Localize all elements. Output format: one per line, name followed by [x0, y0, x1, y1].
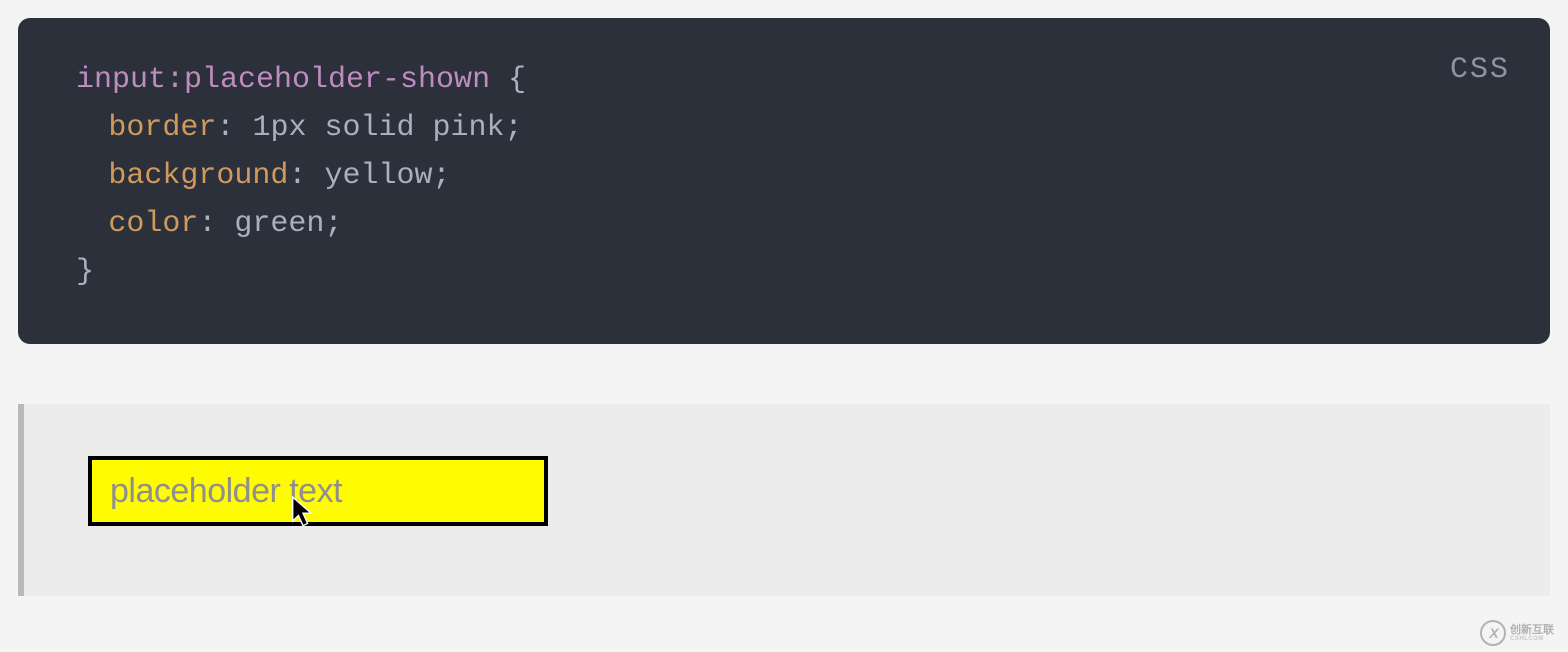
css-value: green	[234, 207, 324, 241]
css-value: 1px solid pink	[252, 111, 504, 145]
semicolon: ;	[432, 159, 450, 193]
colon: :	[216, 111, 252, 145]
code-line-prop-1: background: yellow;	[76, 152, 1492, 200]
watermark: X 创新互联 CXHLCOM	[1480, 620, 1554, 646]
watermark-text: 创新互联 CXHLCOM	[1510, 625, 1554, 642]
semicolon: ;	[324, 207, 342, 241]
css-value: yellow	[324, 159, 432, 193]
language-badge: CSS	[1450, 46, 1510, 94]
colon: :	[288, 159, 324, 193]
watermark-logo-icon: X	[1480, 620, 1506, 646]
css-selector: input:placeholder-shown	[76, 63, 490, 97]
demo-input-field[interactable]: placeholder text	[88, 456, 548, 526]
colon: :	[198, 207, 234, 241]
code-block: CSS input:placeholder-shown { border: 1p…	[18, 18, 1550, 344]
placeholder-text: placeholder text	[110, 472, 342, 511]
semicolon: ;	[504, 111, 522, 145]
demo-area: placeholder text	[18, 404, 1550, 596]
css-property: background	[108, 159, 288, 193]
code-line-prop-0: border: 1px solid pink;	[76, 104, 1492, 152]
css-property: border	[108, 111, 216, 145]
css-property: color	[108, 207, 198, 241]
code-line-prop-2: color: green;	[76, 200, 1492, 248]
code-line-selector: input:placeholder-shown {	[76, 56, 1492, 104]
open-brace: {	[490, 63, 526, 97]
code-line-close: }	[76, 248, 1492, 296]
close-brace: }	[76, 255, 94, 289]
watermark-sub: CXHLCOM	[1510, 636, 1554, 642]
